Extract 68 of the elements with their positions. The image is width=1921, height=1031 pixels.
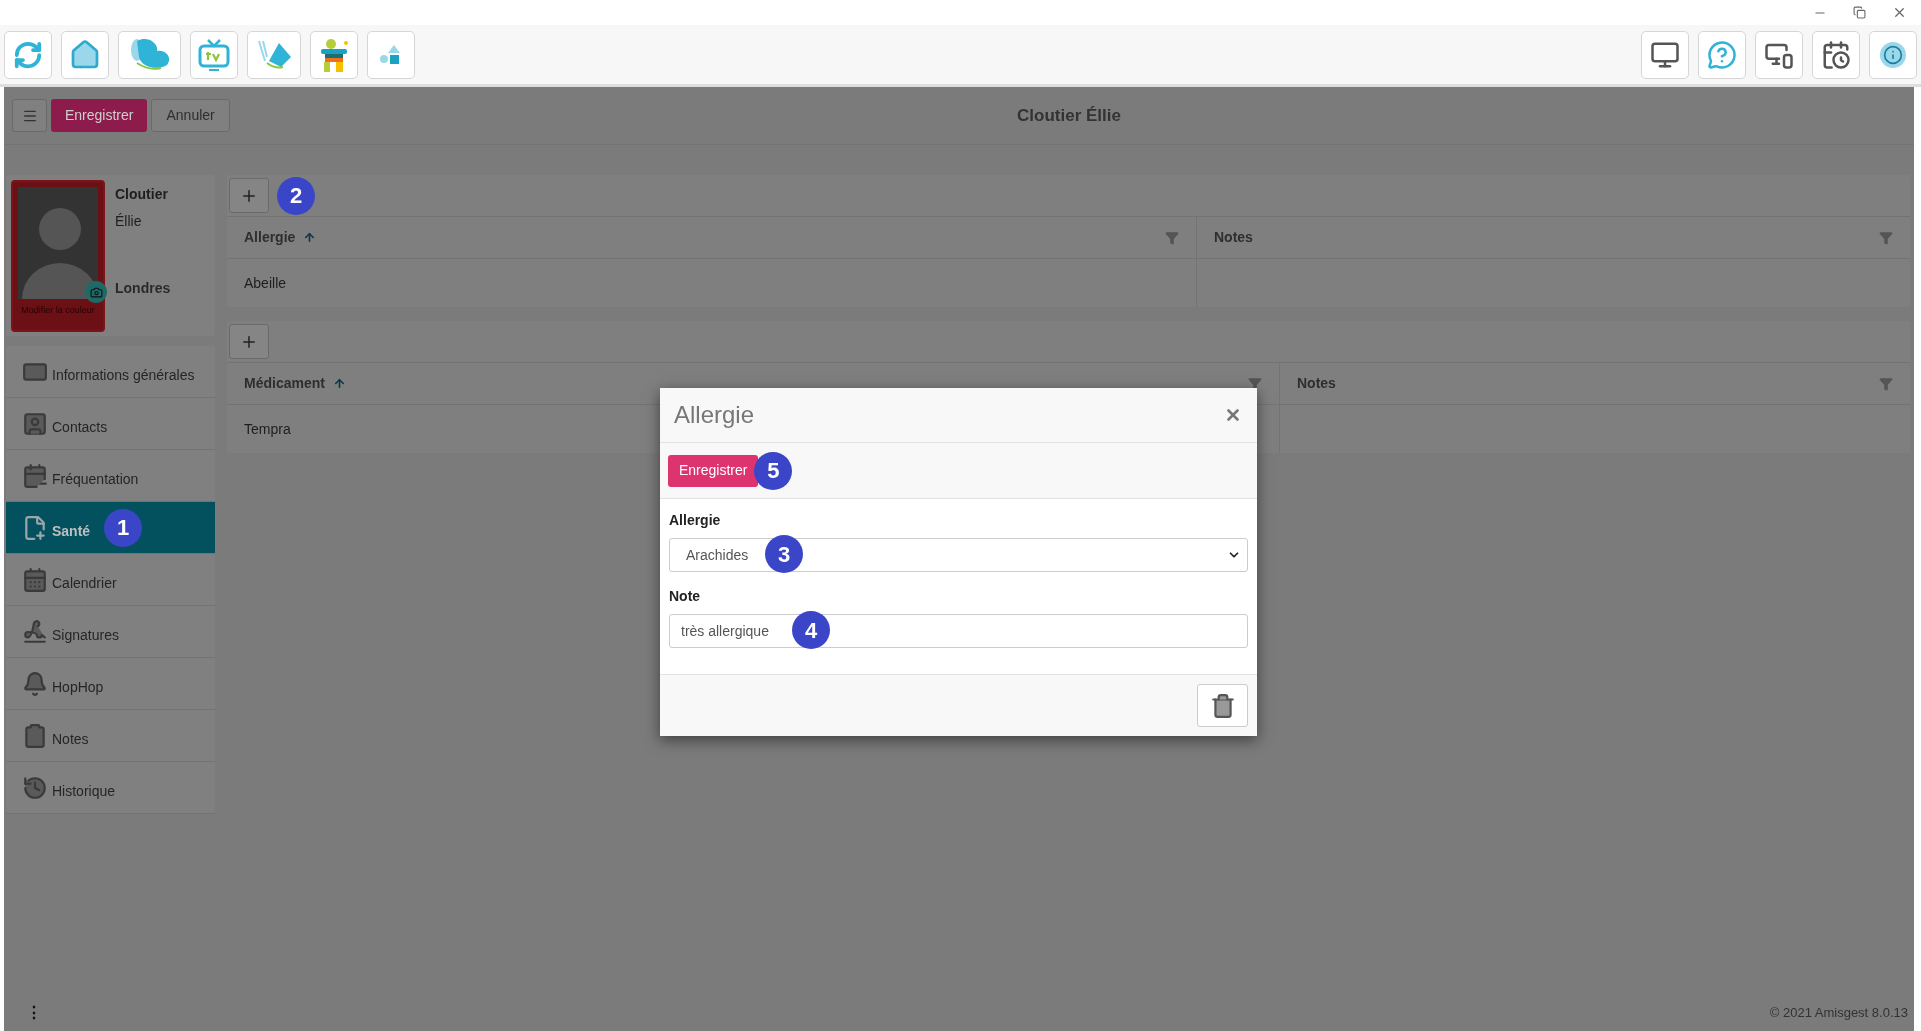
tv-icon	[198, 37, 230, 72]
sidebar-item[interactable]: Contacts	[6, 398, 215, 450]
shapes-button[interactable]	[367, 30, 415, 79]
help-button[interactable]	[1698, 30, 1746, 79]
inukshuk-button[interactable]	[310, 30, 358, 79]
column-header[interactable]: Notes	[1280, 363, 1910, 404]
filter-icon	[1165, 230, 1179, 245]
column-header[interactable]: Notes	[1197, 217, 1910, 258]
signature-icon	[22, 618, 48, 645]
close-icon[interactable]	[1892, 5, 1907, 20]
bird-icon	[255, 38, 293, 71]
cancel-button[interactable]: Annuler	[151, 99, 230, 132]
number-badge: 1	[104, 508, 143, 547]
page-title: Cloutier Éllie	[1017, 104, 1121, 127]
restore-icon[interactable]	[1853, 6, 1866, 19]
refresh-button[interactable]	[4, 30, 52, 79]
refresh-icon	[13, 39, 43, 70]
calendar-grid-icon	[22, 566, 48, 593]
trash-icon	[1209, 692, 1236, 719]
sidebar-item[interactable]: Santé 1	[6, 502, 215, 554]
filter-icon	[1248, 376, 1262, 391]
schedule-button[interactable]	[1812, 30, 1860, 79]
more-menu[interactable]: ⋮	[26, 1001, 42, 1025]
clipboard-icon	[22, 722, 48, 749]
column-header[interactable]: Allergie	[227, 217, 1197, 258]
number-badge: 2	[277, 176, 315, 215]
bell-icon	[22, 670, 48, 697]
field-label: Allergie	[669, 511, 722, 530]
calendar-clock-icon	[1821, 39, 1851, 70]
contact-card-icon	[22, 410, 48, 437]
training-button[interactable]	[1641, 30, 1689, 79]
sidebar-item[interactable]: Informations générales	[6, 346, 215, 398]
field-label: Note	[669, 587, 702, 606]
copyright-text: © 2021 Amisgest 8.0.13	[1769, 1004, 1908, 1023]
save-button[interactable]: Enregistrer	[51, 99, 148, 132]
sidebar-item[interactable]: Notes	[6, 710, 215, 762]
butterfly-button[interactable]	[118, 30, 181, 79]
tv-button[interactable]	[190, 30, 238, 79]
last-name: Cloutier	[115, 185, 169, 204]
sidebar-item[interactable]: Calendrier	[6, 554, 215, 606]
number-badge: 4	[792, 611, 830, 649]
save-button[interactable]: Enregistrer	[668, 454, 759, 487]
info-button[interactable]	[1869, 30, 1917, 79]
sidebar-item[interactable]: HopHop	[6, 658, 215, 710]
delete-button[interactable]	[1197, 684, 1248, 727]
info-icon	[1880, 41, 1906, 68]
help-icon	[1707, 39, 1737, 70]
medical-file-icon	[22, 514, 48, 541]
home-button[interactable]	[61, 30, 109, 79]
remote-button[interactable]	[1755, 30, 1803, 79]
number-badge: 5	[754, 451, 793, 490]
sidebar-item[interactable]: Historique	[6, 762, 215, 814]
camera-icon[interactable]	[85, 281, 107, 303]
inukshuk-icon	[319, 36, 349, 73]
filter-icon	[1879, 376, 1893, 391]
history-icon	[22, 774, 48, 801]
table-cell: Abeille	[227, 259, 1197, 307]
calendar-icon	[22, 462, 48, 489]
menu-button[interactable]	[12, 99, 47, 132]
filter-icon	[1879, 230, 1893, 245]
city: Londres	[115, 279, 171, 298]
bird-button[interactable]	[247, 30, 301, 79]
sidebar-item[interactable]: Signatures	[6, 606, 215, 658]
add-button[interactable]	[229, 324, 269, 359]
add-button[interactable]	[229, 178, 269, 213]
home-icon	[69, 38, 101, 71]
number-badge: 3	[765, 535, 803, 573]
first-name: Éllie	[115, 212, 143, 231]
